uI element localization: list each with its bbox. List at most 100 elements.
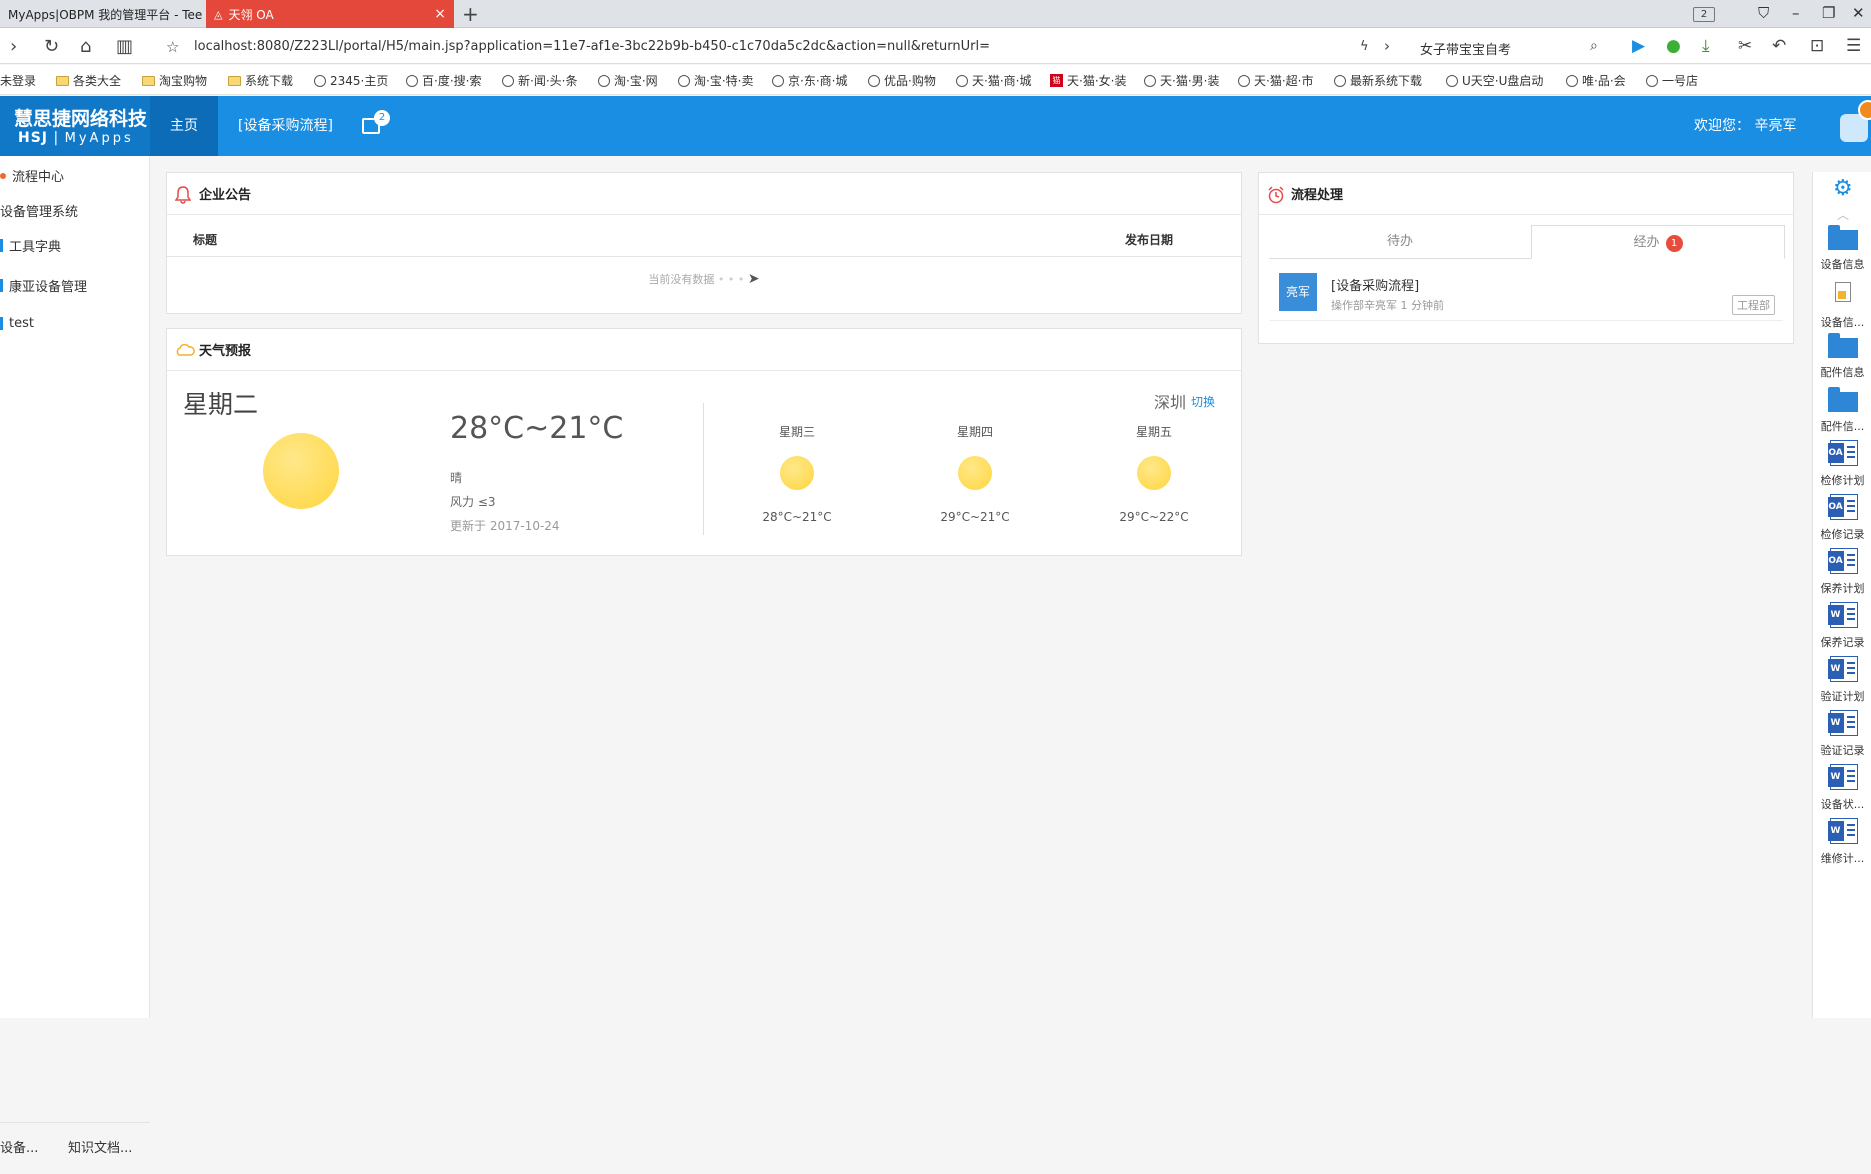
bookmark-login[interactable]: 未登录 <box>0 72 36 89</box>
lightning-icon[interactable]: ϟ <box>1360 39 1369 54</box>
bookmark-item[interactable]: 天·猫·超·市 <box>1238 72 1313 89</box>
forecast-day-label: 星期五 <box>1135 425 1172 439</box>
bookmark-item[interactable]: 一号店 <box>1646 72 1698 89</box>
tab-count-badge[interactable]: 2 <box>1693 7 1715 22</box>
folder-icon <box>56 75 69 86</box>
search-icon[interactable]: ⌕ <box>1590 38 1598 54</box>
home-icon[interactable]: ⌂ <box>80 36 91 57</box>
forecast-day-label: 星期四 <box>956 425 993 439</box>
quick-item-overhaul-plan[interactable]: OA 检修计划 <box>1813 440 1871 488</box>
bookmark-label: 系统下载 <box>245 74 294 88</box>
bottom-tab-knowledge-docs[interactable]: 知识文档... <box>68 1137 132 1156</box>
browser-tab-oa[interactable]: ◬ 天翎 OA × <box>206 0 454 28</box>
quick-item-label: 设备状... <box>1820 798 1865 811</box>
bookmark-label: 各类大全 <box>73 74 122 88</box>
sidebar-item-label: 康亚设备管理 <box>9 280 88 295</box>
bookmark-item[interactable]: 猫天·猫·女·装 <box>1050 72 1126 89</box>
bookmark-item[interactable]: 京·东·商·城 <box>772 72 847 89</box>
word-document-icon: W <box>1827 710 1858 736</box>
reload-icon[interactable]: ↻ <box>44 36 59 57</box>
reading-book-icon[interactable]: ▥ <box>116 36 133 57</box>
new-tab-plus-icon[interactable]: + <box>462 2 479 26</box>
quick-item-equipment-info[interactable]: 设备信息 <box>1813 224 1871 272</box>
sidebar-item-label: 工具字典 <box>9 240 62 255</box>
process-item-title[interactable]: [设备采购流程] <box>1331 275 1419 294</box>
oa-document-icon: OA <box>1827 494 1858 520</box>
bookmark-item[interactable]: 百·度·搜·索 <box>406 72 481 89</box>
bookmark-item[interactable]: 2345·主页 <box>314 72 388 89</box>
close-tab-icon[interactable]: × <box>434 6 446 22</box>
bookmark-item[interactable]: 系统下载 <box>228 72 293 89</box>
quick-item-validation-plan[interactable]: W 验证计划 <box>1813 656 1871 704</box>
bookmark-item[interactable]: 优品·购物 <box>868 72 936 89</box>
search-input[interactable]: 女子带宝宝自考 <box>1420 39 1511 58</box>
skin-shirt-icon[interactable]: ⛉ <box>1758 4 1769 22</box>
quick-item-validation-record[interactable]: W 验证记录 <box>1813 710 1871 758</box>
left-sidebar: 流程中心 设备管理系统 工具字典 康亚设备管理 test 设备... 知识文档.… <box>0 156 150 1156</box>
bookmark-item[interactable]: 天·猫·商·城 <box>956 72 1031 89</box>
process-list-item[interactable]: 亮军 [设备采购流程] 操作部辛亮军 1 分钟前 工程部 <box>1269 265 1783 321</box>
sidebar-item-kangya-equipment[interactable]: 康亚设备管理 <box>0 276 87 295</box>
cloud-sun-icon <box>176 343 195 356</box>
quick-item-equipment-info-2[interactable]: 设备信... <box>1813 282 1871 330</box>
undo-icon[interactable]: ↶ <box>1772 36 1786 56</box>
scissors-icon[interactable]: ✂ <box>1738 36 1752 56</box>
quick-item-repair-plan[interactable]: W 维修计... <box>1813 818 1871 866</box>
quick-item-label: 验证计划 <box>1820 690 1865 703</box>
restore-icon[interactable]: ❐ <box>1822 4 1835 22</box>
quick-item-parts-info[interactable]: 配件信息 <box>1813 332 1871 380</box>
forecast-day: 星期五 29°C~22°C <box>1099 423 1209 524</box>
switch-city-link[interactable]: 切换 <box>1191 393 1215 410</box>
quick-item-maintenance-record[interactable]: W 保养记录 <box>1813 602 1871 650</box>
notification-dot-icon[interactable] <box>1858 100 1871 120</box>
bookmark-star-icon[interactable]: ☆ <box>166 38 179 56</box>
weather-today-day: 星期二 <box>183 390 259 419</box>
quick-item-maintenance-plan[interactable]: OA 保养计划 <box>1813 548 1871 596</box>
download-icon[interactable]: ⤓ <box>1702 36 1710 56</box>
quick-item-overhaul-record[interactable]: OA 检修记录 <box>1813 494 1871 542</box>
bookmark-item[interactable]: 新·闻·头·条 <box>502 72 577 89</box>
tab-handled[interactable]: 经办 1 <box>1531 225 1785 259</box>
gear-icon[interactable]: ⚙ <box>1833 176 1853 201</box>
quick-item-parts-info-2[interactable]: 配件信... <box>1813 386 1871 434</box>
chevron-up-icon[interactable]: ︿ <box>1837 206 1849 223</box>
bookmark-item[interactable]: 最新系统下载 <box>1334 72 1422 89</box>
panel-header: 流程处理 <box>1259 173 1793 215</box>
bottom-tab-equipment[interactable]: 设备... <box>0 1137 38 1156</box>
globe-icon <box>678 74 690 87</box>
count-badge: 1 <box>1665 235 1683 252</box>
bookmark-item[interactable]: 淘宝购物 <box>142 72 207 89</box>
menu-icon[interactable]: ☰ <box>1846 36 1861 56</box>
bookmark-label: 优品·购物 <box>884 74 936 88</box>
bookmark-label: 淘·宝·特·卖 <box>694 74 754 88</box>
tab-label: 经办 <box>1633 235 1660 250</box>
bookmark-item[interactable]: 天·猫·男·装 <box>1144 72 1219 89</box>
bookmark-item[interactable]: 淘·宝·特·卖 <box>678 72 753 89</box>
nav-home-tab[interactable]: 主页 <box>150 96 218 156</box>
tab-todo[interactable]: 待办 <box>1269 225 1531 259</box>
sidebar-group-equipment-system[interactable]: 设备管理系统 <box>0 201 78 220</box>
quick-item-equipment-status[interactable]: W 设备状... <box>1813 764 1871 812</box>
browser-tab-obpm[interactable]: MyApps|OBPM 我的管理平台 - Tee <box>0 0 206 28</box>
nav-process-tab[interactable]: [设备采购流程] <box>238 96 333 156</box>
welcome-user[interactable]: 欢迎您： 辛亮军 <box>1694 96 1796 156</box>
logo[interactable]: 慧思捷网络科技 HSJ | MyApps <box>0 96 150 156</box>
close-window-icon[interactable]: ✕ <box>1852 4 1865 22</box>
forecast-day: 星期四 29°C~21°C <box>920 423 1030 524</box>
chevron-right-icon[interactable]: › <box>1384 37 1390 55</box>
url-input[interactable]: localhost:8080/Z223LI/portal/H5/main.jsp… <box>194 39 990 54</box>
bookmark-item[interactable]: 各类大全 <box>56 72 121 89</box>
avatar: 亮军 <box>1279 273 1317 311</box>
sidebar-item-process-center[interactable]: 流程中心 <box>0 166 64 185</box>
forward-arrow-icon[interactable]: › <box>10 36 17 57</box>
bookmark-item[interactable]: 淘·宝·网 <box>598 72 658 89</box>
bookmark-item[interactable]: 唯·品·会 <box>1566 72 1626 89</box>
sidebar-item-test[interactable]: test <box>0 316 34 331</box>
bag-icon[interactable]: ⊡ <box>1810 36 1824 56</box>
bookmark-item[interactable]: U天空·U盘启动 <box>1446 72 1543 89</box>
sidebar-item-tool-dictionary[interactable]: 工具字典 <box>0 236 61 255</box>
play-icon[interactable]: ▶ <box>1632 36 1645 56</box>
minimize-icon[interactable]: – <box>1792 4 1800 22</box>
globe-icon <box>314 74 326 87</box>
wechat-icon[interactable]: ● <box>1666 36 1681 56</box>
